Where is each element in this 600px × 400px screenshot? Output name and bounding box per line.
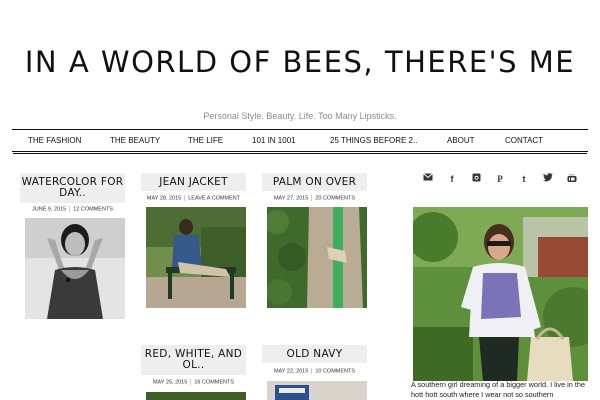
post-image-palm-on-over[interactable]	[267, 207, 367, 308]
tumblr-icon[interactable]: t	[518, 173, 530, 185]
post-image-jean-jacket[interactable]	[146, 207, 246, 308]
post-title-red-white-and-ol[interactable]: RED, WHITE, AND OL..	[141, 345, 246, 375]
post-image-watercolor[interactable]	[25, 218, 125, 319]
post-title-text[interactable]: RED, WHITE, AND OL..	[145, 348, 242, 371]
post-title-palm-on-over[interactable]: PALM ON OVER	[262, 173, 367, 191]
pinterest-icon[interactable]: P	[494, 173, 506, 185]
nav-item-the-fashion[interactable]: THE FASHION	[28, 130, 81, 151]
twitter-icon[interactable]	[542, 173, 554, 185]
post-title-old-navy[interactable]: OLD NAVY	[262, 345, 367, 363]
post-comments-link[interactable]: 20 COMMENTS	[315, 195, 355, 201]
nav-item-about[interactable]: ABOUT	[447, 130, 475, 151]
post-title-text[interactable]: OLD NAVY	[287, 348, 343, 360]
post-meta: MAY 27, 2015 20 COMMENTS	[262, 195, 367, 201]
post-meta: MAY 25, 2015 16 COMMENTS	[141, 379, 246, 385]
facebook-icon[interactable]: f	[446, 173, 458, 185]
nav-item-25-things[interactable]: 25 THINGS BEFORE 2..	[330, 130, 417, 151]
nav-item-the-beauty[interactable]: THE BEAUTY	[110, 130, 160, 151]
bench-photo	[146, 207, 246, 308]
post-date: JUNE 9, 2015	[32, 206, 67, 213]
site-tagline: Personal Style. Beauty. Life. Too Many L…	[203, 111, 397, 121]
site-title-text[interactable]: IN A WORLD OF BEES, THERE'S ME	[25, 45, 575, 79]
post-date: MAY 28, 2015	[146, 195, 182, 202]
nav-item-contact[interactable]: CONTACT	[505, 130, 543, 151]
sidebar-about-text: A southern girl dreaming of a bigger wor…	[411, 380, 586, 399]
post-comments-link[interactable]: LEAVE A COMMENT	[188, 195, 240, 201]
post-meta: MAY 22, 2015 10 COMMENTS	[262, 368, 367, 374]
post-date: MAY 25, 2015	[152, 379, 188, 386]
post-date: MAY 27, 2015	[273, 195, 309, 202]
nav-item-101-in-1001[interactable]: 101 IN 1001	[252, 130, 296, 151]
post-meta: MAY 28, 2015 LEAVE A COMMENT	[141, 195, 246, 201]
mail-icon[interactable]	[422, 173, 434, 185]
svg-text:You: You	[569, 173, 574, 177]
author-portrait	[413, 207, 588, 381]
youtube-icon[interactable]: You	[566, 173, 578, 185]
post-meta: JUNE 9, 2015 12 COMMENTS	[20, 206, 125, 212]
post-title-jean-jacket[interactable]: JEAN JACKET	[141, 173, 246, 191]
post-title-text[interactable]: PALM ON OVER	[273, 176, 356, 188]
main-navigation: THE FASHION THE BEAUTY THE LIFE 101 IN 1…	[12, 129, 588, 152]
portrait-photo	[25, 218, 125, 319]
post-comments-link[interactable]: 10 COMMENTS	[315, 368, 355, 374]
post-image-red-white-and-ol[interactable]	[146, 392, 246, 400]
post-title-watercolor[interactable]: WATERCOLOR FOR DAY..	[20, 173, 125, 203]
old-navy-sign-photo	[267, 381, 367, 400]
nav-item-the-life[interactable]: THE LIFE	[188, 130, 223, 151]
sidebar-author-photo	[413, 207, 588, 381]
post-date: MAY 22, 2015	[273, 368, 309, 375]
instagram-icon[interactable]	[470, 173, 482, 185]
post-comments-link[interactable]: 16 COMMENTS	[194, 379, 234, 385]
post-image-old-navy[interactable]	[267, 381, 367, 400]
post-comments-link[interactable]: 12 COMMENTS	[73, 206, 113, 212]
post-title-text[interactable]: WATERCOLOR FOR DAY..	[22, 176, 124, 199]
trench-coat-photo	[267, 207, 367, 308]
post-title-text[interactable]: JEAN JACKET	[159, 176, 228, 188]
site-title[interactable]: IN A WORLD OF BEES, THERE'S ME	[0, 48, 600, 77]
